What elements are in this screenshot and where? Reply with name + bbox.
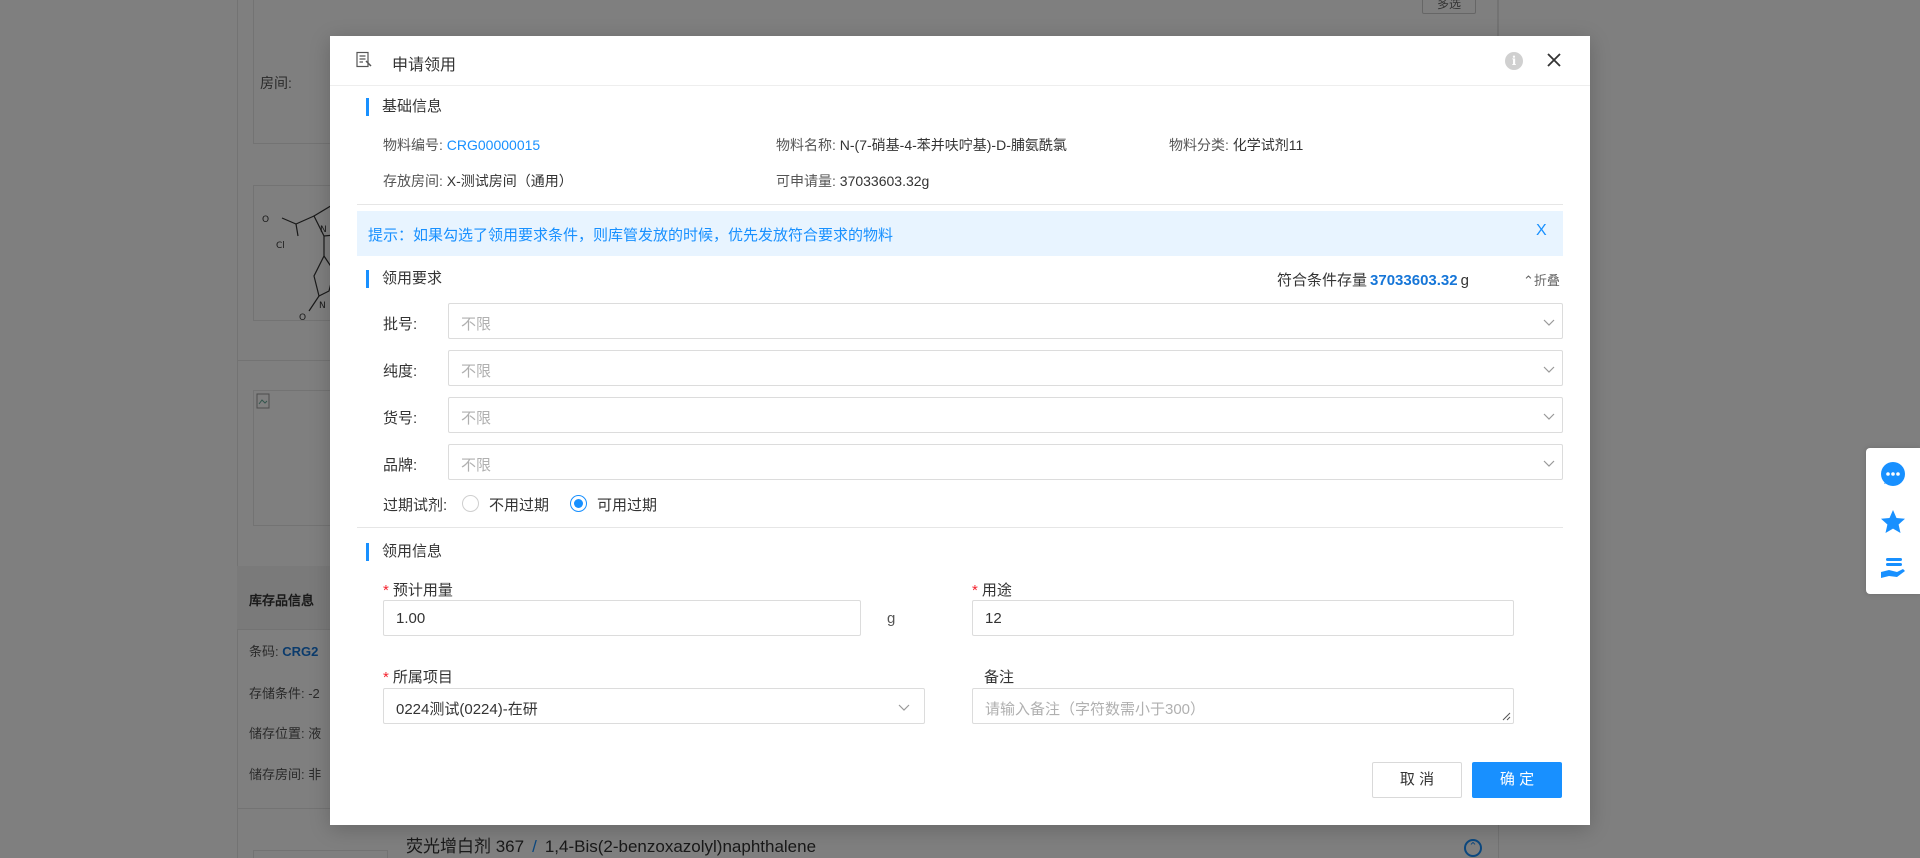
amount-input[interactable]: 1.00 [383,600,861,636]
tip-banner: 提示：如果勾选了领用要求条件，则库管发放的时候，优先发放符合要求的物料 X [357,211,1563,256]
divider [357,527,1563,528]
material-name: 物料名称: N-(7-硝基-4-苯并呋咛基)-D-脯氨酰氯 [776,135,1067,155]
required-mark: * [972,582,978,599]
material-name-value: N-(7-硝基-4-苯并呋咛基)-D-脯氨酰氯 [839,137,1067,153]
apply-dialog: 申请领用 i 基础信息 物料编号: CRG00000015 物料名称: N-(7… [330,36,1590,825]
storage-room-info: 存放房间: X-测试房间（通用） [383,171,573,191]
material-code-value[interactable]: CRG00000015 [447,137,540,153]
chat-icon[interactable] [1879,460,1907,488]
eligible-stock-value: 37033603.32 [1370,272,1458,289]
chevron-down-icon [1543,413,1555,420]
amount-unit: g [887,610,896,627]
tip-close-button[interactable]: X [1536,222,1547,240]
expired-label: 过期试剂: [383,497,448,514]
floating-toolbar [1866,448,1920,594]
batch-label: 批号: [383,316,418,333]
material-code: 物料编号: CRG00000015 [383,135,540,155]
brand-select[interactable]: 不限 [448,444,1563,480]
room-value: X-测试房间（通用） [446,173,573,189]
project-value: 0224测试(0224)-在研 [396,701,538,718]
purpose-label: * 用途 [972,579,1012,600]
required-mark: * [383,669,389,686]
purity-placeholder: 不限 [461,363,492,380]
purpose-input[interactable]: 12 [972,600,1514,636]
eligible-stock-unit: g [1460,272,1469,289]
chevron-down-icon [1543,366,1555,373]
purity-select[interactable]: 不限 [448,350,1563,386]
chevron-down-icon [1543,319,1555,326]
dialog-title: 申请领用 [392,57,457,74]
radio-allow-expired-label[interactable]: 可用过期 [597,494,657,515]
batch-placeholder: 不限 [461,316,492,333]
form-icon [356,51,372,68]
material-name-label: 物料名称: [776,137,836,153]
room-label: 存放房间: [383,173,443,189]
close-icon[interactable] [1542,48,1566,72]
purity-label: 纯度: [383,363,418,380]
amount-value: 1.00 [396,610,426,627]
eligible-stock: 符合条件存量 37033603.32 g [1277,269,1469,290]
cancel-button[interactable]: 取 消 [1372,762,1462,798]
item-no-label: 货号: [383,410,418,427]
remark-textarea[interactable]: 请输入备注（字符数需小于300） [972,688,1514,724]
available-value: 37033603.32g [839,173,930,189]
requirement-section-title: 领用要求 [366,270,442,288]
material-code-label: 物料编号: [383,137,443,153]
resize-grip-icon[interactable] [1501,711,1511,721]
remark-label: 备注 [984,669,1015,686]
material-category: 物料分类: 化学试剂11 [1169,135,1303,155]
required-mark: * [383,582,389,599]
brand-label: 品牌: [383,457,418,474]
project-select[interactable]: 0224测试(0224)-在研 [383,688,925,724]
confirm-button[interactable]: 确 定 [1472,762,1562,798]
star-icon[interactable] [1879,508,1907,536]
basic-info-section-title: 基础信息 [366,98,442,116]
radio-no-expired[interactable] [462,495,479,512]
project-label: * 所属项目 [383,666,453,687]
radio-no-expired-label[interactable]: 不用过期 [489,494,549,515]
available-amount: 可申请量: 37033603.32g [776,171,929,191]
available-label: 可申请量: [776,173,836,189]
item-no-placeholder: 不限 [461,410,492,427]
material-category-label: 物料分类: [1169,137,1229,153]
eligible-stock-label: 符合条件存量 [1277,272,1368,289]
item-no-select[interactable]: 不限 [448,397,1563,433]
info-icon[interactable]: i [1505,52,1523,70]
material-category-value: 化学试剂11 [1232,137,1304,153]
batch-select[interactable]: 不限 [448,303,1563,339]
project-label-text: 所属项目 [392,669,453,686]
brand-placeholder: 不限 [461,457,492,474]
amount-label-text: 预计用量 [392,582,453,599]
fold-toggle[interactable]: ⌃折叠 [1523,270,1560,289]
amount-label: * 预计用量 [383,579,453,600]
remark-placeholder: 请输入备注（字符数需小于300） [985,701,1206,718]
hand-coin-icon[interactable] [1879,554,1907,582]
chevron-down-icon [898,704,910,711]
divider [357,204,1563,205]
apply-info-section-title: 领用信息 [366,543,442,561]
radio-allow-expired[interactable] [570,495,587,512]
chevron-down-icon [1543,460,1555,467]
purpose-label-text: 用途 [981,582,1012,599]
dialog-header: 申请领用 i [330,36,1590,86]
tip-text: 提示：如果勾选了领用要求条件，则库管发放的时候，优先发放符合要求的物料 [368,227,894,244]
purpose-value: 12 [985,610,1002,627]
